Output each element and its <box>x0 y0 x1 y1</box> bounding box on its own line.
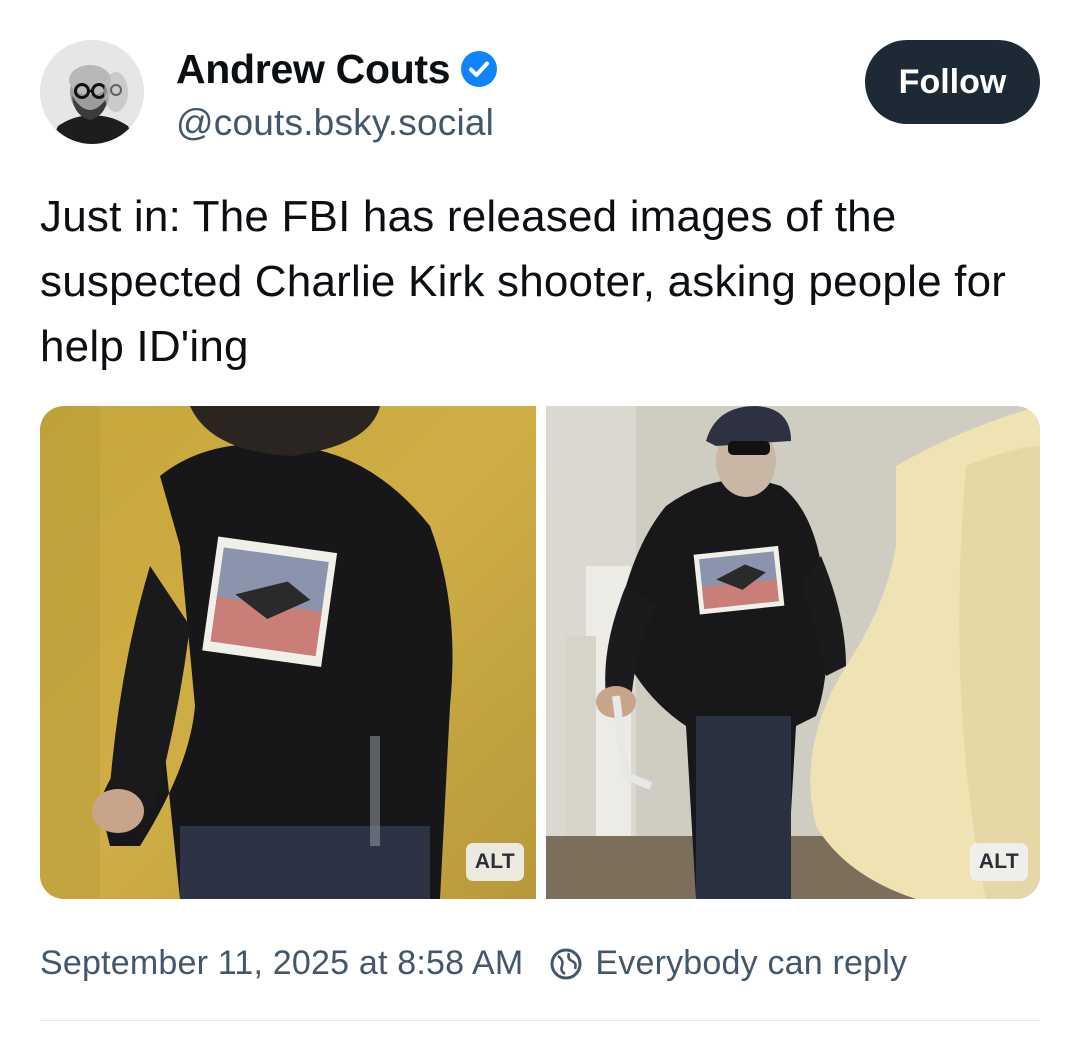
display-name[interactable]: Andrew Couts <box>176 46 451 93</box>
author-info: Andrew Couts @couts.bsky.social <box>176 42 498 144</box>
reply-setting[interactable]: Everybody can reply <box>595 944 907 983</box>
post: Andrew Couts @couts.bsky.social Follow J… <box>0 0 1080 1048</box>
alt-badge[interactable]: ALT <box>465 843 524 881</box>
name-row: Andrew Couts <box>176 42 498 96</box>
media-grid: ALT ALT <box>40 406 1040 899</box>
avatar[interactable] <box>40 40 144 144</box>
post-image-1[interactable]: ALT <box>40 406 536 899</box>
follow-button[interactable]: Follow <box>865 40 1040 124</box>
post-text: Just in: The FBI has released images of … <box>40 192 1007 371</box>
globe-icon <box>549 947 583 981</box>
alt-badge[interactable]: ALT <box>969 843 1028 881</box>
verified-check-icon[interactable] <box>460 50 498 88</box>
timestamp[interactable]: September 11, 2025 at 8:58 AM <box>40 944 523 983</box>
divider <box>40 1020 1040 1021</box>
post-meta: September 11, 2025 at 8:58 AM Everybody … <box>40 944 907 983</box>
post-image-2[interactable]: ALT <box>546 406 1040 899</box>
handle[interactable]: @couts.bsky.social <box>176 102 498 144</box>
